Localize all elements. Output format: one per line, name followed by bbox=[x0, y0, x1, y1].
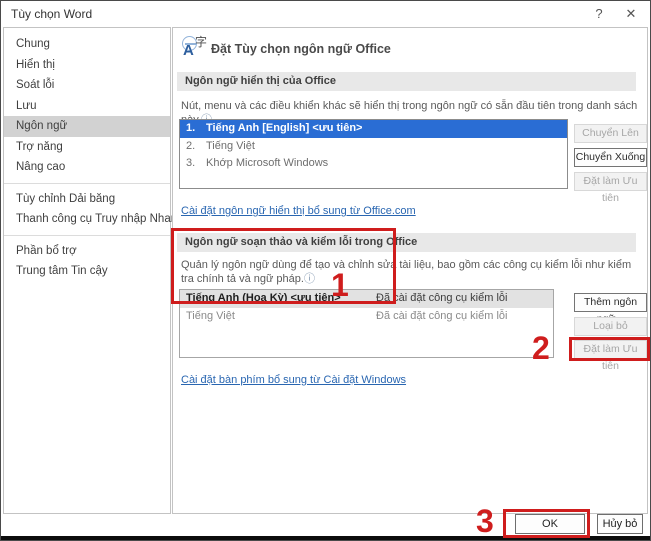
sidebar-item-luu[interactable]: Lưu bbox=[4, 96, 170, 117]
cancel-button[interactable]: Hủy bỏ bbox=[597, 514, 643, 534]
close-icon[interactable]: ✕ bbox=[620, 5, 642, 23]
set-preferred-proofing-button[interactable]: Đặt làm Ưu tiên bbox=[574, 340, 647, 359]
sidebar-item-phan-bo-tro[interactable]: Phần bổ trợ bbox=[4, 241, 170, 262]
sidebar-item-trung-tam-tin-cay[interactable]: Trung tâm Tin cậy bbox=[4, 261, 170, 282]
sidebar-item-thanh-cong-cu[interactable]: Thanh công cụ Truy nhập Nhanh bbox=[4, 209, 170, 230]
sidebar-divider bbox=[4, 235, 170, 236]
info-icon[interactable]: ⓘ bbox=[304, 273, 315, 285]
install-keyboard-link[interactable]: Cài đặt bàn phím bổ sung từ Cài đặt Wind… bbox=[181, 374, 406, 386]
table-row[interactable]: Tiếng Anh (Hoa Kỳ) <ưu tiên> Đã cài đặt … bbox=[180, 290, 553, 308]
display-language-section-header: Ngôn ngữ hiển thị của Office bbox=[177, 72, 636, 91]
language-preferences-icon: A 字 bbox=[181, 35, 209, 61]
dialog-title: Tùy chọn Word bbox=[11, 7, 92, 21]
table-row[interactable]: Tiếng Việt Đã cài đặt công cụ kiểm lỗi bbox=[180, 308, 553, 326]
install-display-language-link[interactable]: Cài đặt ngôn ngữ hiển thị bổ sung từ Off… bbox=[181, 205, 416, 217]
sidebar-item-tro-nang[interactable]: Trợ năng bbox=[4, 137, 170, 158]
dialog-bottom-edge bbox=[1, 536, 650, 540]
sidebar: Chung Hiển thị Soát lỗi Lưu Ngôn ngữ Trợ… bbox=[3, 27, 171, 514]
list-item[interactable]: 3.Khớp Microsoft Windows bbox=[180, 155, 567, 173]
authoring-section-header: Ngôn ngữ soạn thảo và kiểm lỗi trong Off… bbox=[177, 233, 636, 252]
sidebar-item-tuy-chinh-dai-bang[interactable]: Tùy chỉnh Dải băng bbox=[4, 189, 170, 210]
display-language-listbox[interactable]: 1.Tiếng Anh [English] <ưu tiên> 2.Tiếng … bbox=[179, 119, 568, 189]
proofing-language-table[interactable]: Tiếng Anh (Hoa Kỳ) <ưu tiên> Đã cài đặt … bbox=[179, 289, 554, 358]
sidebar-divider bbox=[4, 183, 170, 184]
sidebar-item-ngon-ngu[interactable]: Ngôn ngữ bbox=[4, 116, 170, 137]
move-down-button[interactable]: Chuyển Xuống bbox=[574, 148, 647, 167]
ok-button[interactable]: OK bbox=[515, 514, 585, 534]
move-up-button[interactable]: Chuyển Lên bbox=[574, 124, 647, 143]
authoring-description: Quản lý ngôn ngữ dùng để tạo và chỉnh sử… bbox=[181, 259, 633, 286]
remove-language-button[interactable]: Loại bỏ bbox=[574, 317, 647, 336]
title-bar: Tùy chọn Word ? ✕ bbox=[1, 1, 650, 27]
sidebar-item-soat-loi[interactable]: Soát lỗi bbox=[4, 75, 170, 96]
page-title: Đặt Tùy chọn ngôn ngữ Office bbox=[211, 42, 391, 56]
list-item[interactable]: 1.Tiếng Anh [English] <ưu tiên> bbox=[180, 120, 567, 138]
help-icon[interactable]: ? bbox=[588, 5, 610, 23]
add-language-button[interactable]: Thêm ngôn ngữ... bbox=[574, 293, 647, 312]
sidebar-item-hien-thi[interactable]: Hiển thị bbox=[4, 55, 170, 76]
sidebar-item-nang-cao[interactable]: Nâng cao bbox=[4, 157, 170, 178]
set-preferred-display-button[interactable]: Đặt làm Ưu tiên bbox=[574, 172, 647, 191]
sidebar-item-chung[interactable]: Chung bbox=[4, 34, 170, 55]
word-options-dialog: Tùy chọn Word ? ✕ Chung Hiển thị Soát lỗ… bbox=[0, 0, 651, 541]
list-item[interactable]: 2.Tiếng Việt bbox=[180, 138, 567, 156]
main-panel: A 字 Đặt Tùy chọn ngôn ngữ Office Ngôn ng… bbox=[172, 27, 648, 514]
